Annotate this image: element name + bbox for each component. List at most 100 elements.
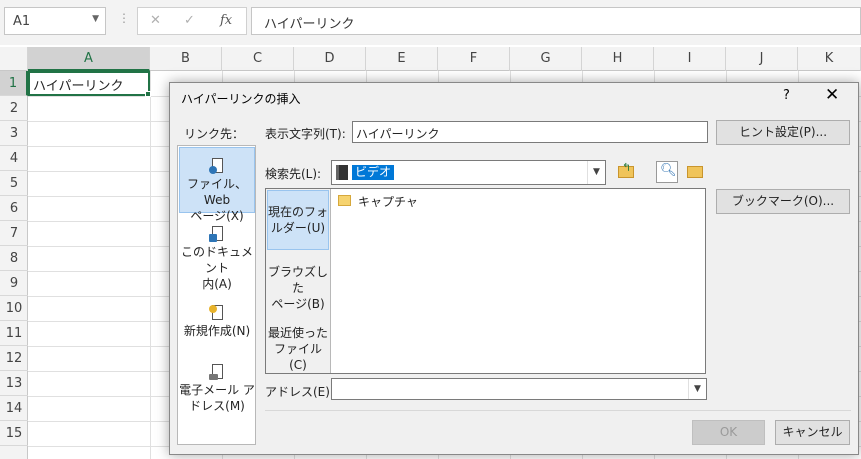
row-header[interactable]: 9 — [0, 271, 28, 296]
name-box[interactable]: A1 ▼ — [4, 7, 106, 35]
row-headers: 1 2 3 4 5 6 7 8 9 10 11 12 13 14 15 — [0, 71, 28, 459]
row-header[interactable]: 11 — [0, 321, 28, 346]
screen-tip-button[interactable]: ヒント設定(P)... — [716, 120, 850, 145]
row-header[interactable]: 15 — [0, 421, 28, 446]
cancel-icon[interactable]: ✕ — [150, 13, 161, 28]
display-text-input[interactable]: ハイパーリンク — [352, 121, 708, 143]
tab-current-folder[interactable]: 現在のフォ ルダー(U) — [267, 190, 329, 250]
column-header-d[interactable]: D — [294, 47, 366, 71]
row-header[interactable]: 8 — [0, 246, 28, 271]
divider — [265, 410, 851, 411]
link-to-label: リンク先： — [184, 127, 245, 141]
file-name: キャプチャ — [358, 195, 418, 209]
link-to-existing-file-button[interactable]: ファイル、Web ページ(X) — [179, 147, 255, 223]
web-search-icon: 🔍︎ — [660, 163, 677, 178]
web-page-icon — [209, 158, 225, 174]
link-option-line1: 新規作成(N) — [183, 324, 251, 338]
chevron-down-icon[interactable]: ▼ — [688, 379, 706, 399]
column-header-j[interactable]: J — [726, 47, 798, 71]
help-button[interactable]: ? — [783, 88, 790, 103]
tab-recent-files[interactable]: 最近使った ファイル(C) — [267, 320, 329, 372]
file-list[interactable]: キャプチャ — [332, 189, 706, 373]
display-text-value: ハイパーリンク — [356, 127, 440, 141]
folder-icon — [338, 195, 351, 206]
look-in-value: ビデオ — [352, 165, 395, 180]
column-header-g[interactable]: G — [510, 47, 582, 71]
formula-buttons: ✕ ✓ fx — [137, 7, 247, 35]
up-arrow-icon: ↰ — [622, 161, 632, 174]
tab-label-line1: 現在のフォ — [268, 205, 329, 219]
enter-icon[interactable]: ✓ — [184, 13, 195, 28]
column-header-c[interactable]: C — [222, 47, 294, 71]
tab-label-line1: ブラウズした — [267, 265, 328, 295]
link-option-line1: 電子メール ア — [179, 383, 255, 397]
link-option-line2: ドレス(M) — [189, 399, 245, 413]
row-header[interactable]: 4 — [0, 146, 28, 171]
insert-hyperlink-dialog: ハイパーリンクの挿入 ? ✕ リンク先： ファイル、Web ページ(X) このド… — [169, 82, 859, 455]
row-header[interactable]: 3 — [0, 121, 28, 146]
formula-bar: A1 ▼ ⋮ ✕ ✓ fx ハイパーリンク — [0, 0, 861, 45]
up-one-folder-button[interactable]: ↰ — [615, 161, 637, 183]
display-text-label: 表示文字列(T): — [265, 127, 346, 141]
insert-function-button[interactable]: fx — [220, 13, 232, 28]
look-in-select[interactable]: ビデオ ▼ — [331, 160, 606, 185]
row-header[interactable]: 13 — [0, 371, 28, 396]
email-icon — [209, 364, 225, 380]
tab-label-line2: ルダー(U) — [270, 221, 326, 235]
row-header[interactable]: 12 — [0, 346, 28, 371]
cancel-button[interactable]: キャンセル — [775, 420, 850, 445]
email-address-button[interactable]: 電子メール ア ドレス(M) — [179, 362, 255, 422]
cell-a1-value: ハイパーリンク — [33, 79, 124, 94]
row-header[interactable]: 14 — [0, 396, 28, 421]
link-to-pane: ファイル、Web ページ(X) このドキュメント 内(A) 新規作成(N) 電子… — [177, 145, 256, 445]
new-document-icon — [209, 305, 225, 321]
column-header-b[interactable]: B — [150, 47, 222, 71]
link-option-line1: ファイル、Web — [186, 177, 247, 207]
video-folder-icon — [336, 165, 348, 180]
chevron-down-icon[interactable]: ▼ — [587, 161, 605, 184]
column-header-a[interactable]: A — [28, 47, 150, 71]
tab-label-line2: ファイル(C) — [273, 342, 322, 372]
tab-label-line2: ページ(B) — [271, 297, 325, 311]
column-header-f[interactable]: F — [438, 47, 510, 71]
row-header[interactable]: 6 — [0, 196, 28, 221]
column-header-e[interactable]: E — [366, 47, 438, 71]
open-folder-icon — [687, 166, 703, 178]
more-options-icon: ⋮ — [118, 11, 130, 25]
column-headers: A B C D E F G H I J K — [0, 47, 861, 71]
browse-file-button[interactable] — [684, 161, 706, 183]
column-header-k[interactable]: K — [798, 47, 861, 71]
tab-browsed-pages[interactable]: ブラウズした ページ(B) — [267, 259, 329, 311]
address-input[interactable]: ▼ — [331, 378, 707, 400]
ok-button[interactable]: OK — [692, 420, 765, 445]
document-icon — [209, 226, 225, 242]
link-to-this-document-button[interactable]: このドキュメント 内(A) — [179, 224, 255, 291]
tab-label-line1: 最近使った — [267, 326, 328, 340]
name-box-value: A1 — [13, 14, 31, 29]
fill-handle[interactable] — [145, 91, 151, 97]
formula-input[interactable]: ハイパーリンク — [251, 7, 861, 35]
cell-a1[interactable]: ハイパーリンク — [28, 71, 150, 96]
browse-web-button[interactable]: 🔍︎ — [656, 161, 678, 183]
link-option-line2: 内(A) — [202, 277, 232, 291]
chevron-down-icon[interactable]: ▼ — [92, 14, 99, 24]
row-header[interactable]: 5 — [0, 171, 28, 196]
row-header[interactable]: 2 — [0, 96, 28, 121]
link-option-line2: ページ(X) — [190, 209, 244, 223]
close-button[interactable]: ✕ — [825, 85, 839, 105]
row-header[interactable]: 1 — [0, 71, 28, 96]
link-option-line1: このドキュメント — [180, 245, 253, 275]
bookmark-button[interactable]: ブックマーク(O)... — [716, 189, 850, 214]
column-header-i[interactable]: I — [654, 47, 726, 71]
address-label: アドレス(E): — [265, 385, 334, 399]
look-in-label: 検索先(L): — [265, 167, 322, 181]
gridline — [150, 71, 151, 459]
select-all-corner[interactable] — [0, 47, 28, 71]
formula-text: ハイパーリンク — [264, 17, 355, 32]
create-new-document-button[interactable]: 新規作成(N) — [179, 303, 255, 343]
browse-tabs: 現在のフォ ルダー(U) ブラウズした ページ(B) 最近使った ファイル(C) — [266, 189, 331, 373]
dialog-title: ハイパーリンクの挿入 — [181, 92, 301, 106]
row-header[interactable]: 7 — [0, 221, 28, 246]
row-header[interactable]: 10 — [0, 296, 28, 321]
column-header-h[interactable]: H — [582, 47, 654, 71]
